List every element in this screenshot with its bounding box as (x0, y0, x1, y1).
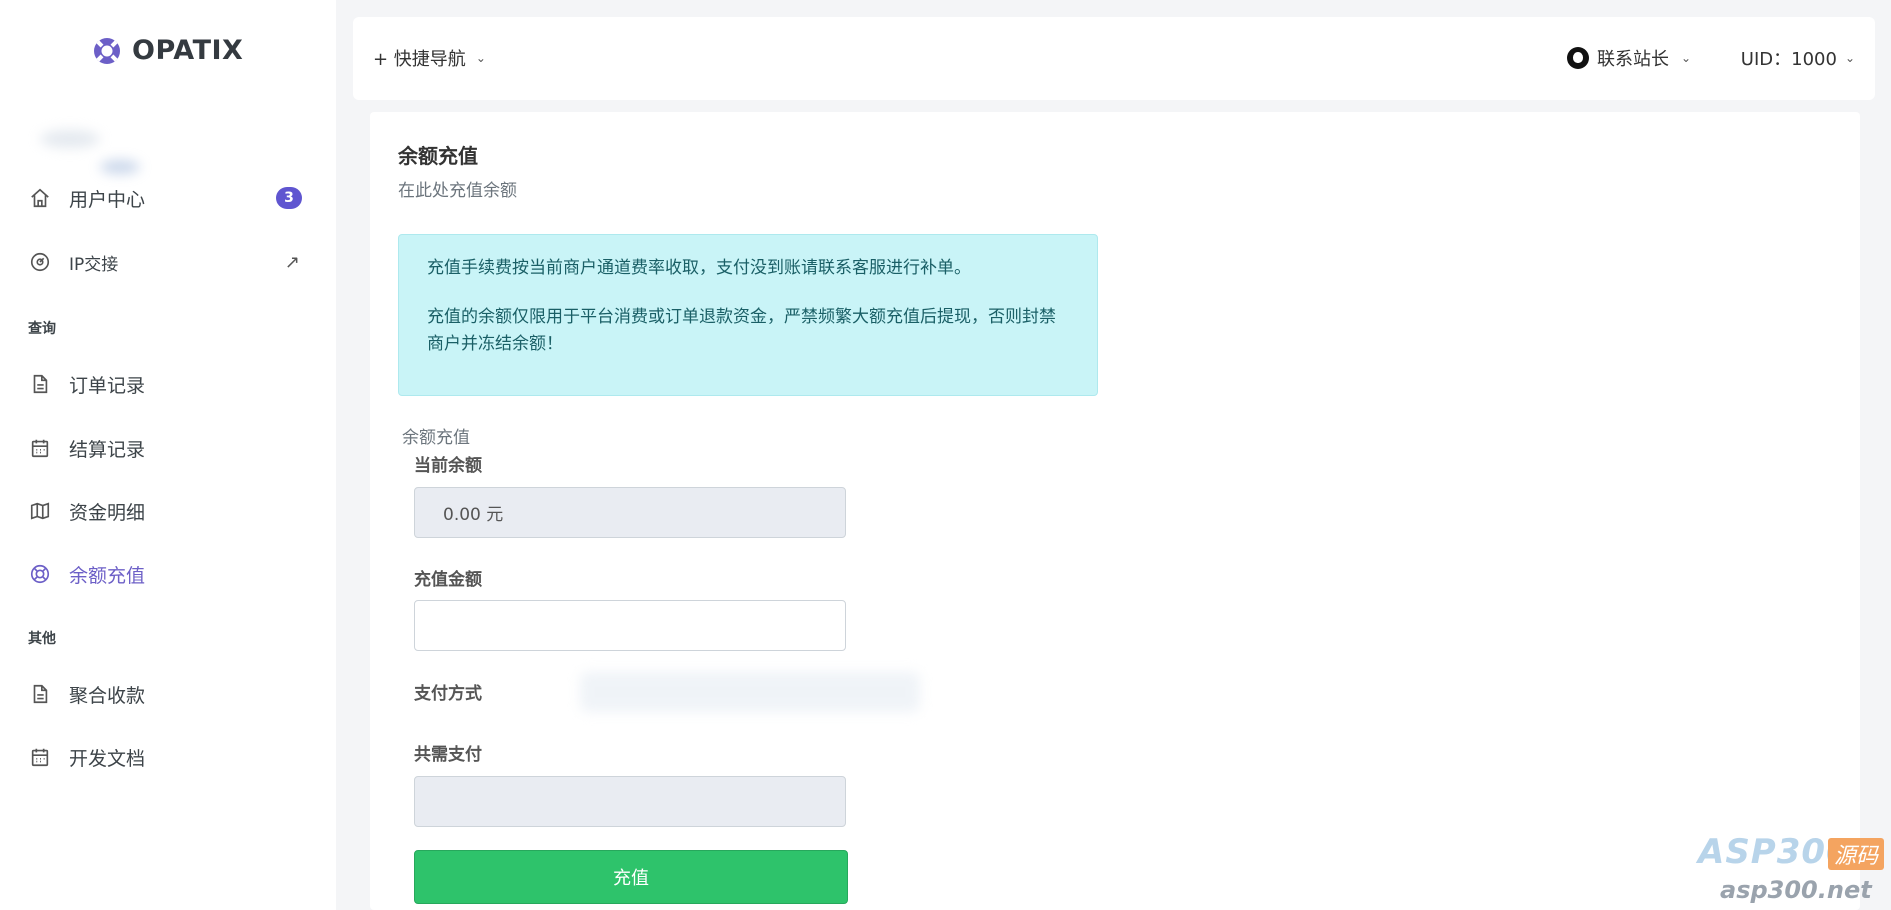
map-icon (28, 499, 52, 523)
decorative-blur (100, 160, 140, 174)
quick-nav-label: + 快捷导航 (373, 49, 466, 70)
qq-icon (1567, 47, 1589, 69)
sidebar-item-label: 用户中心 (69, 188, 146, 211)
sidebar-item-aggregate-payment[interactable]: 聚合收款 (28, 672, 308, 716)
section-heading-other: 其他 (28, 631, 56, 647)
sidebar-item-user-center[interactable]: 用户中心 3 (28, 176, 308, 220)
sidebar-item-settlements[interactable]: 结算记录 (28, 426, 308, 470)
sidebar-item-ip[interactable]: IP交接 ↗ (28, 240, 308, 284)
sidebar-item-label: 余额充值 (69, 564, 146, 587)
recharge-button[interactable]: 充值 (414, 850, 848, 904)
chevron-down-icon: ⌄ (475, 51, 486, 65)
watermark-url: asp300.net (1720, 876, 1872, 904)
amount-label: 充值金额 (414, 570, 482, 590)
recharge-button-label: 充值 (613, 868, 649, 889)
sidebar-item-funds[interactable]: 资金明细 (28, 489, 308, 533)
watermark: ASP300 源码 asp300.net (1698, 832, 1888, 910)
quick-nav-dropdown[interactable]: + 快捷导航 ⌄ (373, 45, 486, 71)
sidebar-item-label: 订单记录 (69, 374, 146, 397)
notice-alert: 充值手续费按当前商户通道费率收取，支付没到账请联系客服进行补单。 充值的余额仅限… (398, 234, 1098, 396)
sidebar: OPATIX 用户中心 3 IP交接 ↗ 查询 订单记录 结算记录 资金明细 余… (0, 0, 336, 910)
top-header: + 快捷导航 ⌄ 联系站长 ⌄ UID：1000 ⌄ (353, 17, 1875, 100)
calendar-icon (28, 436, 52, 460)
page-subtitle: 在此处充值余额 (398, 181, 517, 201)
notification-badge: 3 (276, 187, 302, 209)
sidebar-item-label: IP交接 (69, 254, 119, 275)
sidebar-item-label: 聚合收款 (69, 684, 146, 707)
file-icon (28, 372, 52, 396)
balance-field (414, 487, 846, 538)
decorative-blur (40, 130, 100, 148)
total-label: 共需支付 (414, 745, 482, 765)
calendar-icon (28, 745, 52, 769)
notice-line: 充值手续费按当前商户通道费率收取，支付没到账请联系客服进行补单。 (427, 258, 971, 278)
chevron-down-icon: ⌄ (1681, 51, 1692, 65)
uid-label: UID：1000 (1740, 49, 1837, 70)
payment-method-options[interactable] (580, 672, 920, 712)
lifebuoy-icon (94, 37, 120, 64)
lifebuoy-icon (28, 562, 52, 586)
gauge-icon (28, 250, 52, 274)
chevron-down-icon: ⌄ (1844, 51, 1855, 65)
section-heading-query: 查询 (28, 321, 56, 337)
contact-label: 联系站长 (1597, 49, 1669, 70)
sidebar-item-dev-docs[interactable]: 开发文档 (28, 735, 308, 779)
sidebar-item-orders[interactable]: 订单记录 (28, 362, 308, 406)
external-link-icon: ↗ (284, 252, 300, 273)
contact-admin-dropdown[interactable]: 联系站长 ⌄ (1567, 45, 1691, 71)
form-legend: 余额充值 (402, 428, 470, 448)
payment-method-label: 支付方式 (414, 684, 482, 704)
amount-input[interactable] (414, 600, 846, 651)
brand-name: OPATIX (132, 35, 244, 66)
watermark-tag: 源码 (1828, 838, 1885, 870)
total-field (414, 776, 846, 827)
user-menu-dropdown[interactable]: UID：1000 ⌄ (1741, 45, 1855, 71)
recharge-card: 余额充值 在此处充值余额 充值手续费按当前商户通道费率收取，支付没到账请联系客服… (370, 112, 1860, 910)
sidebar-item-label: 结算记录 (69, 438, 146, 461)
home-icon (28, 186, 52, 210)
sidebar-item-label: 开发文档 (69, 747, 146, 770)
sidebar-item-recharge[interactable]: 余额充值 (28, 552, 308, 596)
file-icon (28, 682, 52, 706)
page-title: 余额充值 (398, 144, 478, 168)
brand-logo[interactable]: OPATIX (92, 35, 243, 66)
sidebar-item-label: 资金明细 (69, 501, 146, 524)
notice-line: 充值的余额仅限用于平台消费或订单退款资金，严禁频繁大额充值后提现，否则封禁商户并… (427, 307, 1056, 354)
balance-label: 当前余额 (414, 456, 482, 476)
